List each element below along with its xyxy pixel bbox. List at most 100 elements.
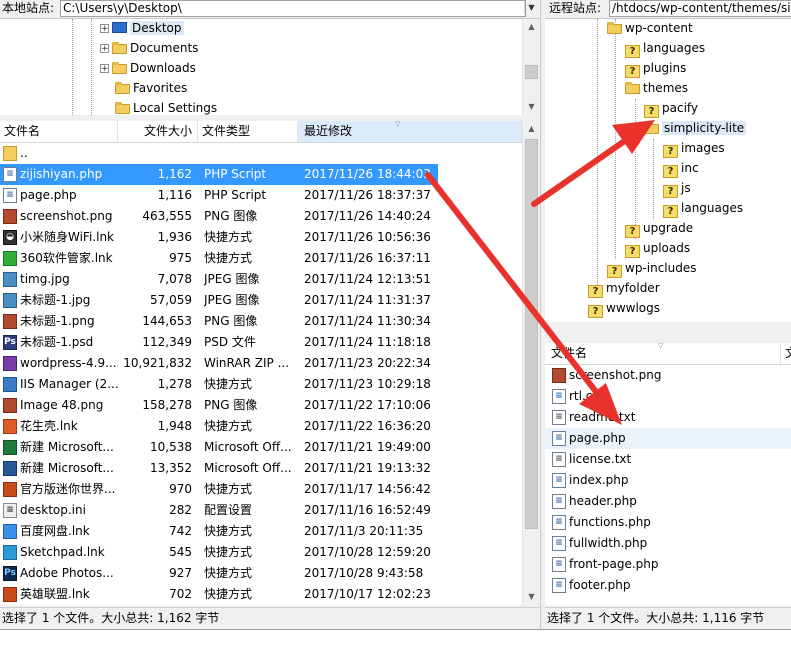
remote-tree-item[interactable]: ? wwwlogs <box>588 299 660 318</box>
file-name: page.php <box>569 431 626 445</box>
file-name: Image 48.png <box>20 398 104 412</box>
file-row[interactable]: ≡ fullwidth.php <box>545 533 791 554</box>
expand-icon[interactable]: + <box>100 44 109 54</box>
file-name: 未标题-1.psd <box>20 335 94 349</box>
file-row[interactable]: 360软件管家.lnk 975 快捷方式 2017/11/26 16:37:11 <box>0 248 522 269</box>
column-header-filetype[interactable]: 文件类型 <box>198 121 298 142</box>
unknown-folder-icon: ? <box>663 145 678 158</box>
local-path-dropdown-icon[interactable]: ▼ <box>524 1 538 15</box>
file-size: 13,352 <box>150 461 192 475</box>
remote-horizontal-splitter[interactable] <box>545 322 791 342</box>
file-modified: 2017/11/3 20:11:35 <box>304 524 424 538</box>
remote-tree-item[interactable]: ? images <box>663 139 725 158</box>
file-row[interactable]: IIS Manager (2... 1,278 快捷方式 2017/11/23 10:… <box>0 374 522 395</box>
tree-label: wp-includes <box>625 261 697 275</box>
file-row[interactable]: ≡ page.php <box>545 428 791 449</box>
file-row[interactable]: Sketchpad.lnk 545 快捷方式 2017/10/28 12:59:20 <box>0 542 522 563</box>
column-header-filename[interactable]: 文件名 <box>0 121 118 142</box>
unknown-folder-icon: ? <box>663 165 678 178</box>
file-row[interactable]: 英雄联盟.lnk 702 快捷方式 2017/10/17 12:02:23 <box>0 584 522 605</box>
local-tree-item-favorites[interactable]: Favorites <box>115 79 187 97</box>
file-row[interactable]: 官方版迷你世界... 970 快捷方式 2017/11/17 14:56:42 <box>0 479 522 500</box>
local-tree-scrollbar[interactable]: ▲ ▼ <box>522 19 540 115</box>
file-row[interactable]: Image 48.png 158,278 PNG 图像 2017/11/22 17:1… <box>0 395 522 416</box>
column-header-filesize[interactable]: 文 <box>781 343 791 364</box>
file-row[interactable]: screenshot.png 463,555 PNG 图像 2017/11/26 14… <box>0 206 522 227</box>
scroll-down-icon[interactable]: ▼ <box>523 99 540 115</box>
file-size: 158,278 <box>142 398 192 412</box>
scroll-thumb[interactable] <box>525 65 538 79</box>
file-row[interactable]: Ps Adobe Photos... 927 快捷方式 2017/10/28 9:43:… <box>0 563 522 584</box>
documents-folder-icon <box>112 42 127 54</box>
remote-tree-item[interactable]: ? myfolder <box>588 279 660 298</box>
file-row[interactable]: ≡ rtl.css <box>545 386 791 407</box>
remote-tree-item[interactable]: themes <box>625 79 688 97</box>
file-row[interactable]: 未标题-1.png 144,653 PNG 图像 2017/11/24 11:30:3… <box>0 311 522 332</box>
file-row-selected[interactable]: ≡ zijishiyan.php 1,162 PHP Script 2017/11/26… <box>0 164 438 185</box>
remote-tree-item[interactable]: ? wp-includes <box>607 259 697 278</box>
local-tree-item-desktop[interactable]: + Desktop <box>100 19 184 37</box>
file-row[interactable]: ≡ page.php 1,116 PHP Script 2017/11/26 18:37… <box>0 185 522 206</box>
scroll-down-icon[interactable]: ▼ <box>523 589 540 605</box>
file-row[interactable]: ≡ functions.php <box>545 512 791 533</box>
file-row[interactable]: ≡ header.php <box>545 491 791 512</box>
expand-icon[interactable]: + <box>100 24 109 34</box>
file-row[interactable]: Ps 未标题-1.psd 112,349 PSD 文件 2017/11/24 11:18… <box>0 332 522 353</box>
file-row[interactable]: 新建 Microsoft... 13,352 Microsoft Off... 201… <box>0 458 522 479</box>
local-tree-item-local-settings[interactable]: Local Settings <box>115 99 217 115</box>
file-type: PHP Script <box>204 188 267 202</box>
file-name: 百度网盘.lnk <box>20 524 90 538</box>
remote-tree-item[interactable]: ? upgrade <box>625 219 693 238</box>
file-row[interactable]: .. <box>0 143 522 164</box>
tree-label: pacify <box>662 101 699 115</box>
file-row[interactable]: ◒ 小米随身WiFi.lnk 1,936 快捷方式 2017/11/26 10:56:3… <box>0 227 522 248</box>
remote-tree-item[interactable]: wp-content <box>607 19 693 37</box>
scroll-up-icon[interactable]: ▲ <box>523 19 540 35</box>
local-tree-item-documents[interactable]: + Documents <box>100 39 198 57</box>
local-file-list-scrollbar[interactable]: ▲ ▼ <box>522 121 540 605</box>
file-row[interactable]: ≡ front-page.php <box>545 554 791 575</box>
remote-path-input[interactable]: /htdocs/wp-content/themes/sim <box>609 0 791 17</box>
file-row[interactable]: 百度网盘.lnk 742 快捷方式 2017/11/3 20:11:35 <box>0 521 522 542</box>
local-tree-item-downloads[interactable]: + Downloads <box>100 59 196 77</box>
remote-tree-item-selected[interactable]: simplicity-lite <box>644 119 747 137</box>
file-row[interactable]: 未标题-1.jpg 57,059 JPEG 图像 2017/11/24 11:31:3… <box>0 290 522 311</box>
file-name: license.txt <box>569 452 632 466</box>
scroll-up-icon[interactable]: ▲ <box>523 121 540 137</box>
file-row[interactable]: screenshot.png <box>545 365 791 386</box>
file-type: PNG 图像 <box>204 314 258 328</box>
local-path-input[interactable]: C:\Users\y\Desktop\ <box>60 0 526 17</box>
remote-tree-item[interactable]: ? js <box>663 179 691 198</box>
file-row[interactable]: timg.jpg 7,078 JPEG 图像 2017/11/24 12:13:51 <box>0 269 522 290</box>
scroll-thumb[interactable] <box>525 139 538 529</box>
remote-tree-item[interactable]: ? inc <box>663 159 699 178</box>
php-file-icon: ≡ <box>552 536 566 551</box>
file-row[interactable]: wordpress-4.9.... 10,921,832 WinRAR ZIP ..… <box>0 353 522 374</box>
column-header-modified[interactable]: 最近修改 <box>298 121 522 142</box>
file-size: 463,555 <box>142 209 192 223</box>
remote-tree-item[interactable]: ? languages <box>663 199 743 218</box>
png-image-icon <box>3 209 17 224</box>
file-row[interactable]: ≡ license.txt <box>545 449 791 470</box>
local-horizontal-splitter[interactable] <box>0 115 540 120</box>
remote-tree-item[interactable]: ? languages <box>625 39 705 58</box>
file-row[interactable]: ≡ readme.txt <box>545 407 791 428</box>
expand-icon[interactable]: + <box>100 64 109 74</box>
remote-tree-item[interactable]: ? plugins <box>625 59 686 78</box>
file-size: 282 <box>169 503 192 517</box>
unknown-folder-icon: ? <box>607 265 622 278</box>
file-row[interactable]: 新建 Microsoft... 10,538 Microsoft Off... 201… <box>0 437 522 458</box>
photoshop-shortcut-icon: Ps <box>3 566 17 581</box>
file-size: 975 <box>169 251 192 265</box>
remote-tree-item[interactable]: ? uploads <box>625 239 690 258</box>
png-image-icon <box>3 398 17 413</box>
file-row[interactable]: ≡ desktop.ini 282 配置设置 2017/11/16 16:52:49 <box>0 500 522 521</box>
file-modified: 2017/11/22 16:36:20 <box>304 419 431 433</box>
file-row[interactable]: 花生壳.lnk 1,948 快捷方式 2017/11/22 16:36:20 <box>0 416 522 437</box>
file-row[interactable]: ≡ index.php <box>545 470 791 491</box>
remote-tree-item[interactable]: ? pacify <box>644 99 699 118</box>
column-header-filesize[interactable]: 文件大小 <box>118 121 198 142</box>
tree-label: inc <box>681 161 699 175</box>
file-row[interactable]: ≡ footer.php <box>545 575 791 596</box>
file-size: 545 <box>169 545 192 559</box>
